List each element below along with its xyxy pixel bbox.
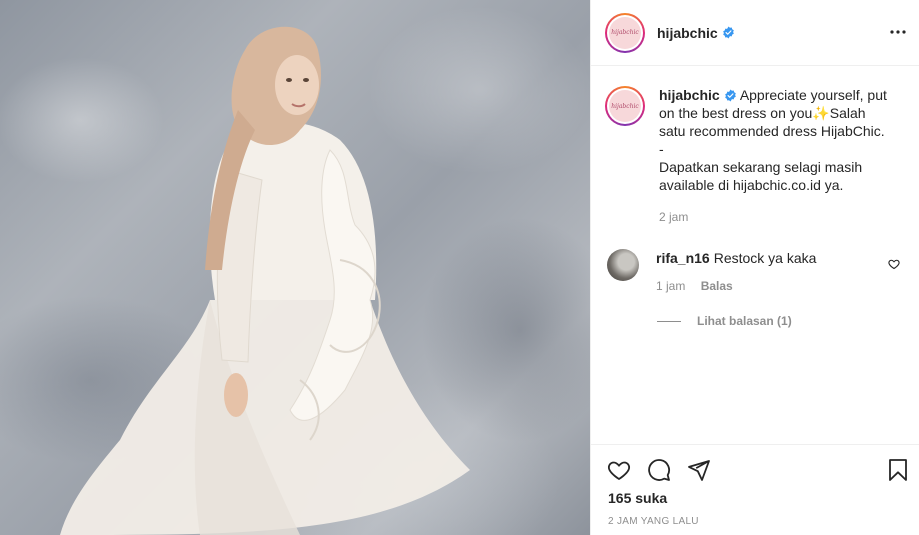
avatar-inner: hijabchic (607, 88, 643, 124)
post-timestamp: 2 JAM YANG LALU (608, 516, 699, 527)
caption-line: - (659, 141, 664, 157)
post-side-panel: hijabchic hijabchic hijabchic hijabchic … (590, 0, 919, 535)
post-photo[interactable] (0, 0, 590, 535)
bookmark-icon[interactable] (886, 458, 910, 482)
avatar-inner: hijabchic (607, 14, 643, 51)
more-options-icon[interactable] (888, 22, 908, 42)
comment-body: rifa_n16 Restock ya kaka 1 jam Balas (656, 249, 816, 293)
caption-line: on the best dress on you✨Salah (659, 105, 866, 121)
comment-meta: 1 jam Balas (656, 279, 816, 293)
comment-content: Restock ya kaka (713, 250, 817, 266)
header-username[interactable]: hijabchic (657, 25, 718, 41)
caption-line: available di hijabchic.co.id ya. (659, 177, 844, 193)
post-actions: 165 suka 2 JAM YANG LALU (591, 444, 919, 535)
caption-username[interactable]: hijabchic (659, 87, 720, 103)
reply-button[interactable]: Balas (701, 279, 733, 293)
more-dots (890, 30, 906, 34)
caption-line: Dapatkan sekarang selagi masih (659, 159, 863, 175)
caption-timestamp: 2 jam (659, 210, 689, 224)
heart-icon[interactable] (607, 458, 631, 482)
view-replies-label: Lihat balasan (1) (697, 314, 792, 328)
caption-avatar[interactable]: hijabchic (605, 86, 645, 126)
caption-line: hijabchic Appreciate yourself, put (659, 86, 905, 104)
commenter-avatar[interactable] (607, 249, 639, 281)
comment-timestamp: 1 jam (656, 279, 686, 293)
post-photo-illustration (60, 26, 470, 535)
avatar-logo: hijabchic (609, 16, 641, 49)
verified-badge-icon (722, 26, 734, 39)
caption-line-text: Appreciate yourself, put (739, 87, 887, 103)
instagram-post: hijabchic hijabchic hijabchic hijabchic … (0, 0, 919, 535)
caption-line: satu recommended dress HijabChic. (659, 123, 885, 139)
caption-text: hijabchic Appreciate yourself, put on th… (659, 86, 905, 226)
comment-like-heart-icon[interactable] (888, 258, 900, 270)
replies-dash (657, 320, 681, 322)
comment-icon[interactable] (647, 458, 671, 482)
commenter-username[interactable]: rifa_n16 (656, 250, 710, 266)
view-replies-button[interactable]: Lihat balasan (1) (657, 314, 792, 328)
avatar-logo: hijabchic (609, 90, 641, 122)
comment-item: rifa_n16 Restock ya kaka 1 jam Balas (607, 249, 907, 293)
post-caption: hijabchic hijabchic Appreciate yourself,… (605, 86, 905, 226)
comment-text: rifa_n16 Restock ya kaka (656, 249, 816, 267)
post-header: hijabchic hijabchic (591, 0, 919, 66)
verified-badge-icon (724, 89, 736, 102)
like-count[interactable]: 165 suka (608, 490, 667, 506)
share-icon[interactable] (687, 458, 711, 482)
profile-avatar[interactable]: hijabchic (605, 12, 645, 53)
